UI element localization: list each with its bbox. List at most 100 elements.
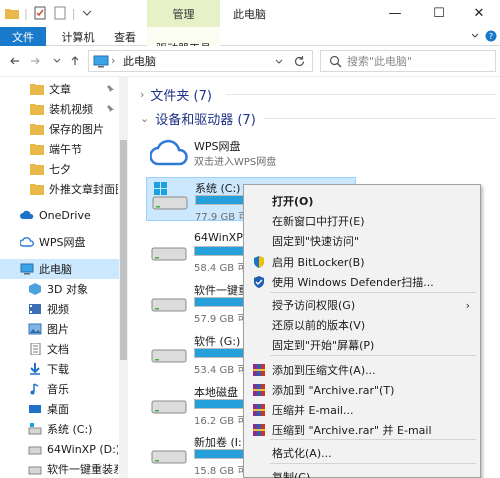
sidebar-item-label: 文章 [49,83,71,96]
close-button[interactable]: ✕ [458,0,500,27]
drive-icon [151,400,187,414]
sidebar-item-label: 软件一键重装系统 [47,463,118,476]
group-header-devices[interactable]: ⌄ 设备和驱动器 (7) [140,109,256,128]
sidebar-item-label: 图片 [47,323,69,336]
window-title: 此电脑 [233,8,266,21]
recent-locations-button[interactable] [50,54,64,68]
sidebar-item-3d-objects[interactable]: 3D 对象 [0,279,118,299]
wps-drive-item[interactable]: WPS网盘 双击进入WPS网盘 [146,135,346,171]
sidebar-scrollbar-thumb[interactable] [120,140,127,360]
drive-icon [28,446,42,455]
sidebar-item-drive-c[interactable]: 系统 (C:) [0,419,118,439]
sidebar-item-drive-d[interactable]: 64WinXP (D:) [0,439,118,459]
context-menu-item[interactable]: 授予访问权限(G) › [246,295,478,315]
context-menu-item[interactable]: 格式化(A)... [246,443,478,463]
context-menu-item[interactable]: 添加到 "Archive.rar"(T) [246,380,478,400]
chevron-down-icon [53,58,61,63]
chevron-right-icon: › [140,87,145,101]
sidebar-item-label: 装机视频 [49,103,93,116]
chevron-down-icon[interactable] [79,5,95,21]
minimize-button[interactable]: — [374,0,416,27]
context-menu-item[interactable]: 固定到"快速访问" [246,231,478,251]
search-input[interactable]: 搜索"此电脑" [320,50,496,72]
winrar-icon [253,404,265,416]
chevron-down-icon: ⌄ [140,111,150,125]
download-icon [30,363,40,375]
chevron-down-icon[interactable] [470,31,480,41]
folder-icon [30,184,44,195]
up-button[interactable] [68,54,82,68]
drive-name: 系统 (C:) [195,182,241,195]
sidebar-item-qixi[interactable]: 七夕 [0,159,118,179]
new-folder-icon[interactable] [52,5,68,21]
context-menu-item[interactable]: 还原以前的版本(V) [246,315,478,335]
sidebar-item-articles[interactable]: 文章 [0,79,118,99]
drive-name: 64WinXP [194,231,243,244]
svg-text:?: ? [489,32,493,41]
help-icon[interactable]: ? [485,30,497,42]
context-menu-item[interactable]: 使用 Windows Defender扫描... [246,272,478,292]
sidebar-item-install-videos[interactable]: 装机视频 [0,99,118,119]
sidebar-item-dragon-boat[interactable]: 端午节 [0,139,118,159]
properties-icon[interactable] [32,5,48,21]
folder-icon[interactable] [4,5,20,21]
sidebar-item-documents[interactable]: 文档 [0,339,118,359]
context-menu-item[interactable]: 启用 BitLocker(B) [246,252,478,272]
context-menu-item[interactable]: 压缩到 "Archive.rar" 并 E-mail [246,420,478,440]
sidebar-item-onedrive[interactable]: OneDrive [0,205,118,225]
address-path: 此电脑 [123,55,156,68]
sidebar-item-desktop[interactable]: 桌面 [0,399,118,419]
sidebar-item-cover-images[interactable]: 外推文章封面图 [0,179,118,199]
context-menu-item[interactable]: 打开(O) [246,191,478,211]
menu-item-label: 复制(C) [272,471,311,478]
sidebar-item-this-pc[interactable]: 此电脑 [0,259,119,279]
sidebar-item-label: 桌面 [47,403,69,416]
cloud-icon [20,210,34,219]
chevron-down-icon[interactable] [274,57,284,67]
address-bar[interactable]: › 此电脑 [88,50,313,72]
sidebar-item-label: 端午节 [49,143,82,156]
sidebar-item-pictures[interactable]: 图片 [0,319,118,339]
cloud-icon [20,237,34,247]
sidebar-item-wps-drive[interactable]: WPS网盘 [0,232,118,252]
drive-icon [151,247,187,261]
context-menu-item[interactable]: 在新窗口中打开(E) [246,211,478,231]
sidebar-item-music[interactable]: 音乐 [0,379,118,399]
tab-view[interactable]: 查看 [108,27,142,46]
drive-icon [151,450,187,464]
sidebar-item-label: 七夕 [49,163,71,176]
computer-icon [20,263,34,275]
menu-item-label: 授予访问权限(G) [272,299,356,312]
context-menu-item[interactable]: 固定到"开始"屏幕(P) [246,335,478,355]
sidebar-item-videos[interactable]: 视频 [0,299,118,319]
search-placeholder: 搜索"此电脑" [347,55,413,68]
arrow-right-icon [31,57,40,65]
maximize-button[interactable]: ☐ [418,0,460,27]
context-menu-item[interactable]: 添加到压缩文件(A)... [246,360,478,380]
sidebar-item-label: 外推文章封面图 [49,183,118,196]
context-menu-item[interactable]: 复制(C) [246,467,478,478]
drive-free-space: 53.4 GB 可 [194,365,248,376]
sidebar-item-drive-e[interactable]: 软件一键重装系统 [0,459,118,478]
divider [264,118,496,119]
sidebar-item-label: 64WinXP (D:) [47,442,118,456]
refresh-icon[interactable] [293,55,306,68]
menu-item-label: 还原以前的版本(V) [272,319,366,332]
group-header-folders[interactable]: › 文件夹 (7) [140,85,212,104]
forward-button[interactable] [28,54,42,68]
sidebar-item-downloads[interactable]: 下载 [0,359,118,379]
sidebar-item-label: 系统 (C:) [47,423,93,436]
back-button[interactable] [8,54,22,68]
sidebar-item-saved-pictures[interactable]: 保存的图片 [0,119,118,139]
pin-icon[interactable] [106,104,115,113]
drive-name: 软件 (G:) [194,335,241,348]
menu-item-label: 在新窗口中打开(E) [272,215,365,228]
drive-tools-context-label: 管理 [147,0,220,27]
tab-computer[interactable]: 计算机 [54,27,102,46]
folder-icon [30,164,44,175]
drive-name: 新加卷 (I:) [194,436,247,449]
drive-icon [151,349,187,363]
pin-icon[interactable] [106,84,115,93]
context-menu-item[interactable]: 压缩并 E-mail... [246,400,478,420]
tab-file[interactable]: 文件 [0,27,46,46]
